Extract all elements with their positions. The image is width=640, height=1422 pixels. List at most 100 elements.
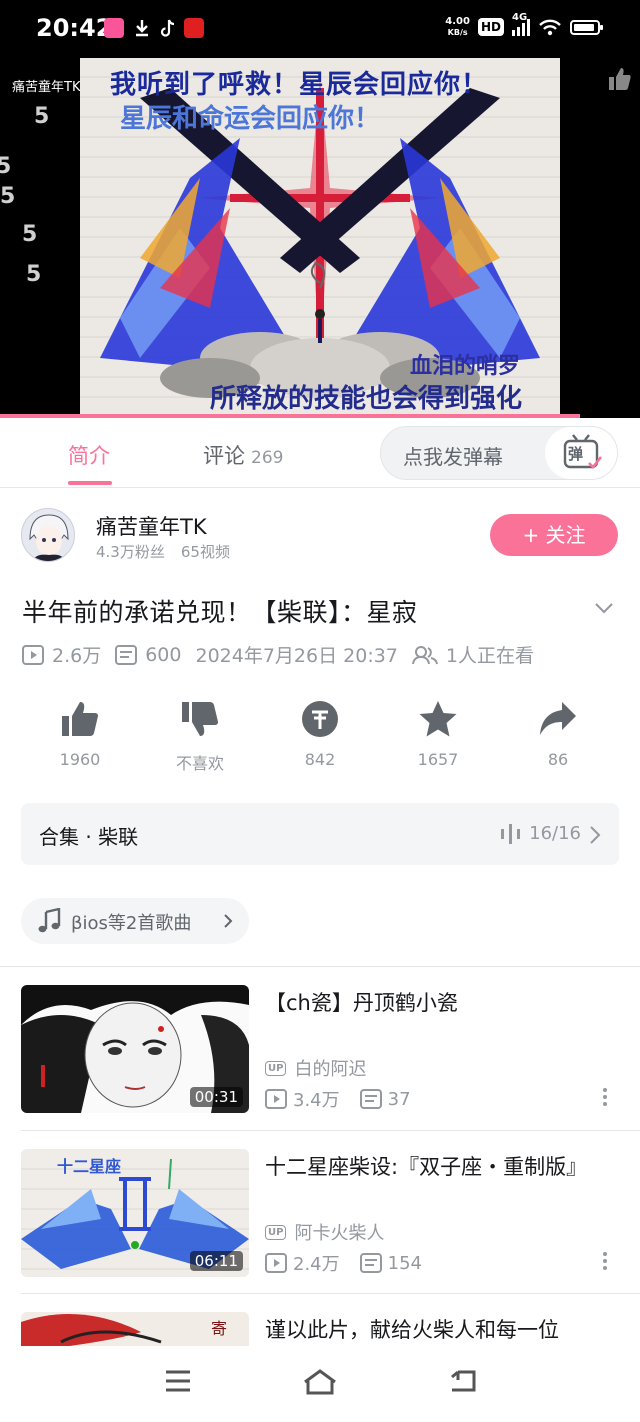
app-notification-icon (104, 18, 124, 38)
up-badge-icon: UP (265, 1224, 287, 1240)
video-caption-3: 血泪的哨罗 (410, 354, 521, 379)
like-button[interactable]: 1960 (30, 700, 130, 769)
tab-active-indicator (68, 481, 112, 485)
chevron-right-icon (224, 914, 233, 928)
favorite-count: 1657 (417, 750, 459, 769)
danmaku-number: 5 (0, 154, 12, 179)
chevron-right-icon (590, 826, 601, 844)
video-stats: 2.6万 600 2024年7月26日 20:37 1人正在看 (22, 641, 548, 668)
battery-icon (570, 19, 603, 35)
recommended-stats: 3.4万 37 (265, 1086, 431, 1112)
divider (21, 1293, 640, 1294)
video-caption-1: 我听到了呼救！星辰会回应你！ (110, 70, 489, 100)
follow-button[interactable]: + 关注 (490, 514, 618, 556)
network-speed: 4.00 KB/s (445, 16, 470, 37)
danmaku-toggle-button[interactable]: 弹 (545, 427, 617, 479)
viewers-icon (411, 645, 438, 664)
publish-date: 2024年7月26日 20:37 (195, 645, 398, 667)
danmaku-count-icon (115, 644, 138, 665)
play-count-icon (22, 644, 44, 665)
svg-text:寄: 寄 (211, 1319, 227, 1338)
danmaku-number: 5 (0, 184, 16, 209)
coin-button[interactable]: 842 (270, 700, 370, 769)
video-caption-4: 所释放的技能也会得到强化 (210, 384, 523, 414)
thumbnail-image: 寄 (21, 1312, 249, 1346)
collection-count: 16/16 (529, 823, 581, 844)
danmaku-button-label: 弹 (568, 445, 584, 463)
tab-bar: 简介 评论 269 点我发弹幕 弹 (0, 418, 640, 488)
thumbnail-caption: 十二星座 (57, 1157, 122, 1176)
coin-count: 842 (304, 750, 336, 769)
video-player[interactable]: 我听到了呼救！星辰会回应你！ 星辰和命运会回应你！ 血泪的哨罗 所释放的技能也会… (0, 58, 640, 418)
collection-title: 合集 · 柴联 (39, 825, 139, 849)
status-time: 20:42 (36, 14, 113, 42)
tab-comments-label: 评论 (203, 444, 245, 468)
danmaku-count-icon (359, 1253, 382, 1273)
download-icon (136, 20, 148, 37)
wifi-icon (539, 19, 561, 36)
video-thumbnail[interactable]: 00:31 (21, 985, 249, 1113)
danmaku-user: 痛苦童年TK (12, 80, 81, 95)
tab-comments[interactable]: 评论 269 (203, 440, 283, 470)
episodes-icon (501, 824, 520, 844)
play-count-icon (265, 1253, 287, 1273)
danmaku-number: 5 (34, 104, 50, 129)
music-label: βios等2首歌曲 (71, 913, 192, 934)
watching-now: 1人正在看 (445, 645, 534, 667)
video-caption-2: 星辰和命运会回应你！ (120, 104, 381, 134)
play-count-icon (265, 1089, 287, 1109)
coin-icon (302, 701, 338, 737)
uploader-fans: 4.3万粉丝 (96, 543, 165, 561)
danmaku-placeholder: 点我发弹幕 (403, 445, 503, 469)
uploader-video-count: 65视频 (180, 543, 230, 561)
back-icon[interactable] (448, 1368, 478, 1394)
more-options-icon[interactable] (603, 1088, 609, 1109)
dislike-label: 不喜欢 (175, 754, 224, 773)
share-count: 86 (547, 750, 569, 769)
recommended-author: UP 阿卡火柴人 (265, 1219, 384, 1245)
video-duration: 06:11 (189, 1251, 243, 1271)
menu-icon[interactable] (164, 1368, 192, 1394)
avatar-image (22, 509, 74, 561)
dislike-button[interactable]: 不喜欢 (150, 700, 250, 774)
status-bar: 20:42 4.00 KB/s HD 4G (0, 0, 640, 58)
like-icon (62, 702, 99, 736)
share-icon (540, 702, 576, 735)
expand-chevron-icon[interactable] (594, 602, 614, 614)
video-duration: 00:31 (189, 1087, 243, 1107)
recommended-video[interactable]: 寄 谨以此片，献给火柴人和每一位 (21, 1312, 619, 1346)
uploader-name[interactable]: 痛苦童年TK (96, 511, 207, 541)
signal-icon: 4G (512, 12, 530, 36)
recommended-title: 谨以此片，献给火柴人和每一位 (265, 1318, 559, 1342)
view-count: 2.6万 (52, 645, 102, 667)
recommended-stats: 2.4万 154 (265, 1250, 442, 1276)
like-count: 1960 (59, 750, 101, 769)
danmaku-number: 5 (22, 222, 38, 247)
more-options-icon[interactable] (603, 1252, 609, 1273)
home-icon[interactable] (302, 1368, 338, 1396)
recommended-video[interactable]: 00:31 【ch瓷】丹顶鹤小瓷 UP 白的阿迟 3.4万 37 (21, 985, 619, 1113)
video-thumbnail[interactable]: 十二星座 06:11 (21, 1149, 249, 1277)
divider (0, 966, 640, 967)
recommended-author: UP 白的阿迟 (265, 1055, 366, 1081)
music-pill[interactable]: βios等2首歌曲 (21, 898, 249, 944)
tiktok-icon (160, 19, 175, 37)
favorite-button[interactable]: 1657 (388, 700, 488, 769)
comments-count: 269 (251, 448, 284, 468)
divider (21, 1130, 640, 1131)
uploader-avatar[interactable] (21, 508, 75, 562)
tab-intro[interactable]: 简介 (68, 440, 110, 470)
up-badge-icon: UP (265, 1060, 287, 1076)
action-bar: 1960 不喜欢 842 1657 86 (20, 700, 620, 780)
share-button[interactable]: 86 (508, 700, 608, 769)
uploader-meta: 4.3万粉丝 65视频 (96, 541, 246, 562)
collection-bar[interactable]: 合集 · 柴联 16/16 (21, 803, 619, 865)
recommended-video[interactable]: 十二星座 06:11 十二星座柴设:『双子座・重制版』 UP 阿卡火柴人 2.4万… (21, 1149, 619, 1277)
danmaku-input[interactable]: 点我发弹幕 弹 (380, 426, 618, 480)
video-frame: 我听到了呼救！星辰会回应你！ 星辰和命运会回应你！ 血泪的哨罗 所释放的技能也会… (80, 58, 560, 418)
star-icon (419, 701, 457, 737)
video-thumbnail[interactable]: 寄 (21, 1312, 249, 1346)
hd-icon: HD (477, 18, 504, 36)
like-icon[interactable] (606, 66, 632, 92)
recommended-title: 【ch瓷】丹顶鹤小瓷 (265, 991, 458, 1015)
